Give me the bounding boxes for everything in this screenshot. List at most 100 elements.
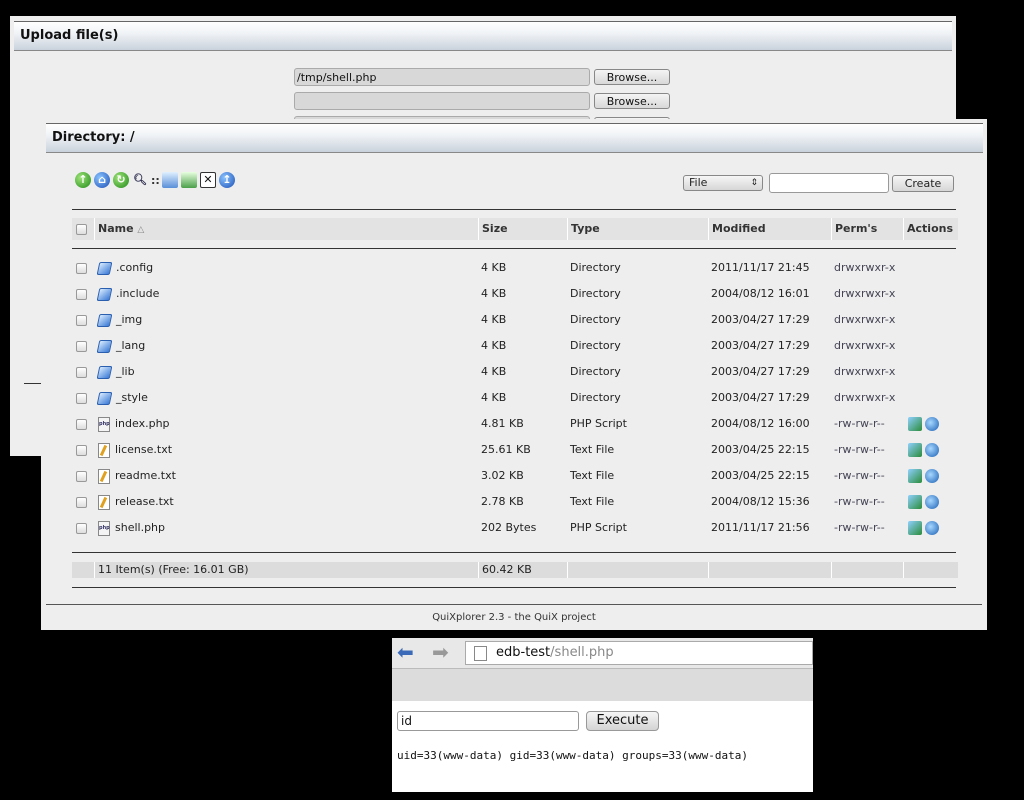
row-checkbox[interactable] xyxy=(76,418,87,430)
file-size: 4 KB xyxy=(481,261,507,274)
command-input[interactable]: id xyxy=(397,711,579,731)
row-checkbox[interactable] xyxy=(76,522,87,534)
create-button[interactable]: Create xyxy=(892,175,954,192)
edit-icon[interactable] xyxy=(908,495,922,509)
page-icon xyxy=(474,646,487,661)
edit-icon[interactable] xyxy=(908,469,922,483)
column-type[interactable]: Type xyxy=(567,218,708,240)
search-icon[interactable]: 🔍︎ xyxy=(132,172,148,188)
table-row[interactable]: .config 4 KB Directory 2011/11/17 21:45 drwx… xyxy=(72,255,958,281)
edit-icon[interactable] xyxy=(908,417,922,431)
up-icon[interactable]: ↑ xyxy=(75,172,91,188)
browse-button[interactable]: Browse... xyxy=(594,69,670,85)
edit-icon[interactable] xyxy=(908,443,922,457)
row-checkbox[interactable] xyxy=(76,366,87,378)
table-row[interactable]: php shell.php 202 Bytes PHP Script 2011/11/1… xyxy=(72,515,958,541)
file-name[interactable]: _img xyxy=(116,313,142,326)
file-name[interactable]: shell.php xyxy=(115,521,165,534)
download-icon[interactable] xyxy=(925,469,939,483)
table-row[interactable]: _style 4 KB Directory 2003/04/27 17:29 drwxr… xyxy=(72,385,958,411)
copy-icon[interactable] xyxy=(162,172,178,188)
new-item-name-input[interactable] xyxy=(769,173,889,193)
select-all-checkbox[interactable] xyxy=(76,223,87,235)
file-type: Directory xyxy=(570,365,621,378)
file-perms[interactable]: -rw-rw-r-- xyxy=(834,463,903,489)
file-perms[interactable]: -rw-rw-r-- xyxy=(834,515,903,541)
file-perms[interactable]: drwxrwxr-x xyxy=(834,359,903,385)
delete-icon[interactable]: ✕ xyxy=(200,172,216,188)
file-perms[interactable]: drwxrwxr-x xyxy=(834,255,903,281)
table-row[interactable]: .include 4 KB Directory 2004/08/12 16:01 drw… xyxy=(72,281,958,307)
file-perms[interactable]: -rw-rw-r-- xyxy=(834,489,903,515)
file-name[interactable]: .config xyxy=(116,261,153,274)
execute-button[interactable]: Execute xyxy=(586,711,659,731)
table-row[interactable]: readme.txt 3.02 KB Text File 2003/04/25 22:… xyxy=(72,463,958,489)
row-checkbox[interactable] xyxy=(76,444,87,456)
table-row[interactable]: _img 4 KB Directory 2003/04/27 17:29 drwxrwx… xyxy=(72,307,958,333)
row-checkbox[interactable] xyxy=(76,470,87,482)
file-modified: 2003/04/27 17:29 xyxy=(711,391,810,404)
back-arrow-icon[interactable]: ⬅ xyxy=(397,642,414,662)
row-checkbox[interactable] xyxy=(76,262,87,274)
file-name[interactable]: _style xyxy=(116,391,148,404)
file-perms[interactable]: drwxrwxr-x xyxy=(834,281,903,307)
file-perms[interactable]: -rw-rw-r-- xyxy=(834,437,903,463)
row-actions xyxy=(908,307,958,333)
divider xyxy=(72,248,956,249)
table-row[interactable]: _lib 4 KB Directory 2003/04/27 17:29 drwxrwx… xyxy=(72,359,958,385)
row-checkbox[interactable] xyxy=(76,314,87,326)
file-size: 202 Bytes xyxy=(481,521,537,534)
file-name[interactable]: .include xyxy=(116,287,159,300)
browse-button[interactable]: Browse... xyxy=(594,93,670,109)
download-icon[interactable] xyxy=(925,417,939,431)
column-size[interactable]: Size xyxy=(478,218,567,240)
file-name[interactable]: license.txt xyxy=(115,443,172,456)
file-size: 2.78 KB xyxy=(481,495,524,508)
folder-icon xyxy=(96,339,113,353)
row-checkbox[interactable] xyxy=(76,340,87,352)
column-modified[interactable]: Modified xyxy=(708,218,831,240)
move-icon[interactable] xyxy=(181,172,197,188)
new-item-type-select[interactable]: File ⇕ xyxy=(683,175,763,191)
upload-file-field[interactable]: /tmp/shell.php xyxy=(294,68,590,86)
folder-icon xyxy=(96,313,113,327)
url-path: /shell.php xyxy=(550,645,614,660)
home-icon[interactable]: ⌂ xyxy=(94,172,110,188)
reload-icon[interactable]: ↻ xyxy=(113,172,129,188)
file-name[interactable]: _lang xyxy=(116,339,145,352)
download-icon[interactable] xyxy=(925,443,939,457)
column-actions: Actions xyxy=(903,218,958,240)
file-name[interactable]: index.php xyxy=(115,417,170,430)
url-bar[interactable]: edb-test/shell.php xyxy=(465,641,813,665)
download-icon[interactable] xyxy=(925,521,939,535)
table-row[interactable]: release.txt 2.78 KB Text File 2004/08/12 15… xyxy=(72,489,958,515)
file-perms[interactable]: drwxrwxr-x xyxy=(834,307,903,333)
download-icon[interactable] xyxy=(925,495,939,509)
directory-window: Directory: / ↑ ⌂ ↻ 🔍︎:: ✕ ↥ File ⇕ Create Nam… xyxy=(41,119,987,630)
row-checkbox[interactable] xyxy=(76,288,87,300)
row-checkbox[interactable] xyxy=(76,392,87,404)
file-name[interactable]: _lib xyxy=(116,365,135,378)
table-row[interactable]: _lang 4 KB Directory 2003/04/27 17:29 drwxrw… xyxy=(72,333,958,359)
file-size: 4 KB xyxy=(481,339,507,352)
table-row[interactable]: php index.php 4.81 KB PHP Script 2004/08/12 … xyxy=(72,411,958,437)
file-size: 25.61 KB xyxy=(481,443,531,456)
file-perms[interactable]: -rw-rw-r-- xyxy=(834,411,903,437)
text-file-icon xyxy=(98,442,110,458)
table-header: Name △ Size Type Modified Perm's Actions xyxy=(72,218,958,240)
file-name[interactable]: readme.txt xyxy=(115,469,176,482)
file-perms[interactable]: drwxrwxr-x xyxy=(834,385,903,411)
file-modified: 2011/11/17 21:45 xyxy=(711,261,810,274)
column-perms[interactable]: Perm's xyxy=(831,218,903,240)
file-name[interactable]: release.txt xyxy=(115,495,174,508)
table-row[interactable]: license.txt 25.61 KB Text File 2003/04/25 2… xyxy=(72,437,958,463)
command-output: uid=33(www-data) gid=33(www-data) groups… xyxy=(397,749,748,762)
upload-icon[interactable]: ↥ xyxy=(219,172,235,188)
column-name[interactable]: Name △ xyxy=(94,218,478,240)
divider xyxy=(72,209,956,210)
forward-arrow-icon[interactable]: ➡ xyxy=(432,642,449,662)
row-checkbox[interactable] xyxy=(76,496,87,508)
upload-file-field[interactable] xyxy=(294,92,590,110)
file-perms[interactable]: drwxrwxr-x xyxy=(834,333,903,359)
edit-icon[interactable] xyxy=(908,521,922,535)
